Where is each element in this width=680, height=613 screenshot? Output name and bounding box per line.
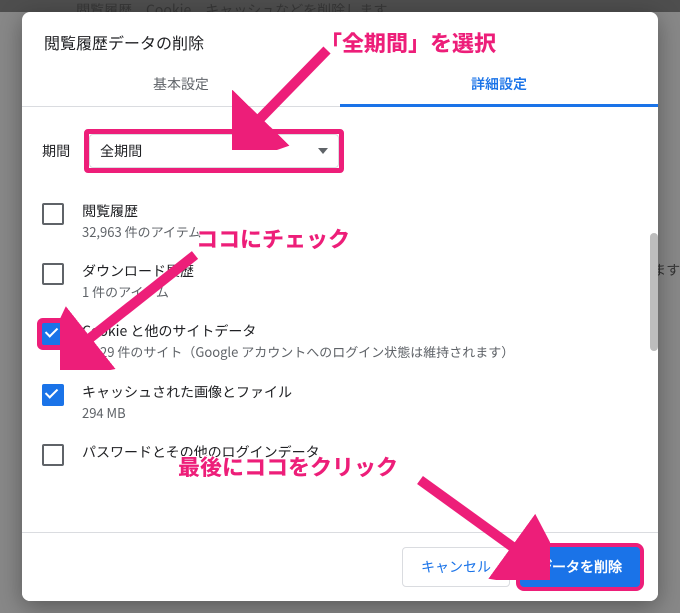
checkbox-item-2[interactable] bbox=[42, 323, 64, 345]
item-subtitle: 32,963 件のアイテム bbox=[82, 223, 644, 241]
time-range-label: 期間 bbox=[42, 141, 70, 161]
item-title: Cookie と他のサイトデータ bbox=[82, 321, 644, 341]
chevron-down-icon bbox=[318, 148, 328, 154]
time-range-value: 全期間 bbox=[100, 141, 142, 161]
list-item: キャッシュされた画像とファイル 294 MB bbox=[42, 372, 644, 432]
checkbox-item-0[interactable] bbox=[42, 203, 64, 225]
item-title: ダウンロード履歴 bbox=[82, 261, 644, 281]
dialog-body: 期間 全期間 閲覧履歴 32,963 件のアイテムダウンロード履歴 1 件のアイテム… bbox=[22, 107, 658, 532]
scrollbar[interactable] bbox=[650, 233, 658, 351]
tab-advanced[interactable]: 詳細設定 bbox=[340, 60, 658, 106]
item-title: パスワードとその他のログインデータ bbox=[82, 442, 644, 462]
dialog-footer: キャンセル データを削除 bbox=[22, 532, 658, 601]
item-subtitle: 294 MB bbox=[82, 404, 644, 422]
tab-basic[interactable]: 基本設定 bbox=[22, 60, 340, 106]
item-title: 閲覧履歴 bbox=[82, 201, 644, 221]
list-item: ダウンロード履歴 1 件のアイテム bbox=[42, 251, 644, 311]
time-range-row: 期間 全期間 bbox=[42, 107, 644, 191]
list-item: 閲覧履歴 32,963 件のアイテム bbox=[42, 191, 644, 251]
item-texts: 閲覧履歴 32,963 件のアイテム bbox=[82, 201, 644, 241]
cancel-button[interactable]: キャンセル bbox=[402, 547, 510, 587]
list-item: パスワードとその他のログインデータ bbox=[42, 432, 644, 476]
item-subtitle: 1 件のアイテム bbox=[82, 283, 644, 301]
time-range-highlight: 全期間 bbox=[84, 129, 344, 173]
item-title: キャッシュされた画像とファイル bbox=[82, 382, 644, 402]
item-subtitle: 1,329 件のサイト（Google アカウントへのログイン状態は維持されます） bbox=[82, 343, 644, 361]
checkbox-item-1[interactable] bbox=[42, 263, 64, 285]
confirm-delete-button[interactable]: データを削除 bbox=[520, 547, 640, 587]
item-texts: Cookie と他のサイトデータ 1,329 件のサイト（Google アカウント… bbox=[82, 321, 644, 361]
tabs: 基本設定 詳細設定 bbox=[22, 60, 658, 107]
checkbox-item-4[interactable] bbox=[42, 444, 64, 466]
checkbox-item-3[interactable] bbox=[42, 384, 64, 406]
clear-browsing-data-dialog: 閲覧履歴データの削除 基本設定 詳細設定 期間 全期間 閲覧履歴 32,963 件… bbox=[22, 12, 658, 601]
item-texts: キャッシュされた画像とファイル 294 MB bbox=[82, 382, 644, 422]
dialog-title: 閲覧履歴データの削除 bbox=[22, 12, 658, 60]
item-texts: パスワードとその他のログインデータ bbox=[82, 442, 644, 462]
item-texts: ダウンロード履歴 1 件のアイテム bbox=[82, 261, 644, 301]
list-item: Cookie と他のサイトデータ 1,329 件のサイト（Google アカウント… bbox=[42, 311, 644, 371]
time-range-select[interactable]: 全期間 bbox=[89, 134, 339, 168]
